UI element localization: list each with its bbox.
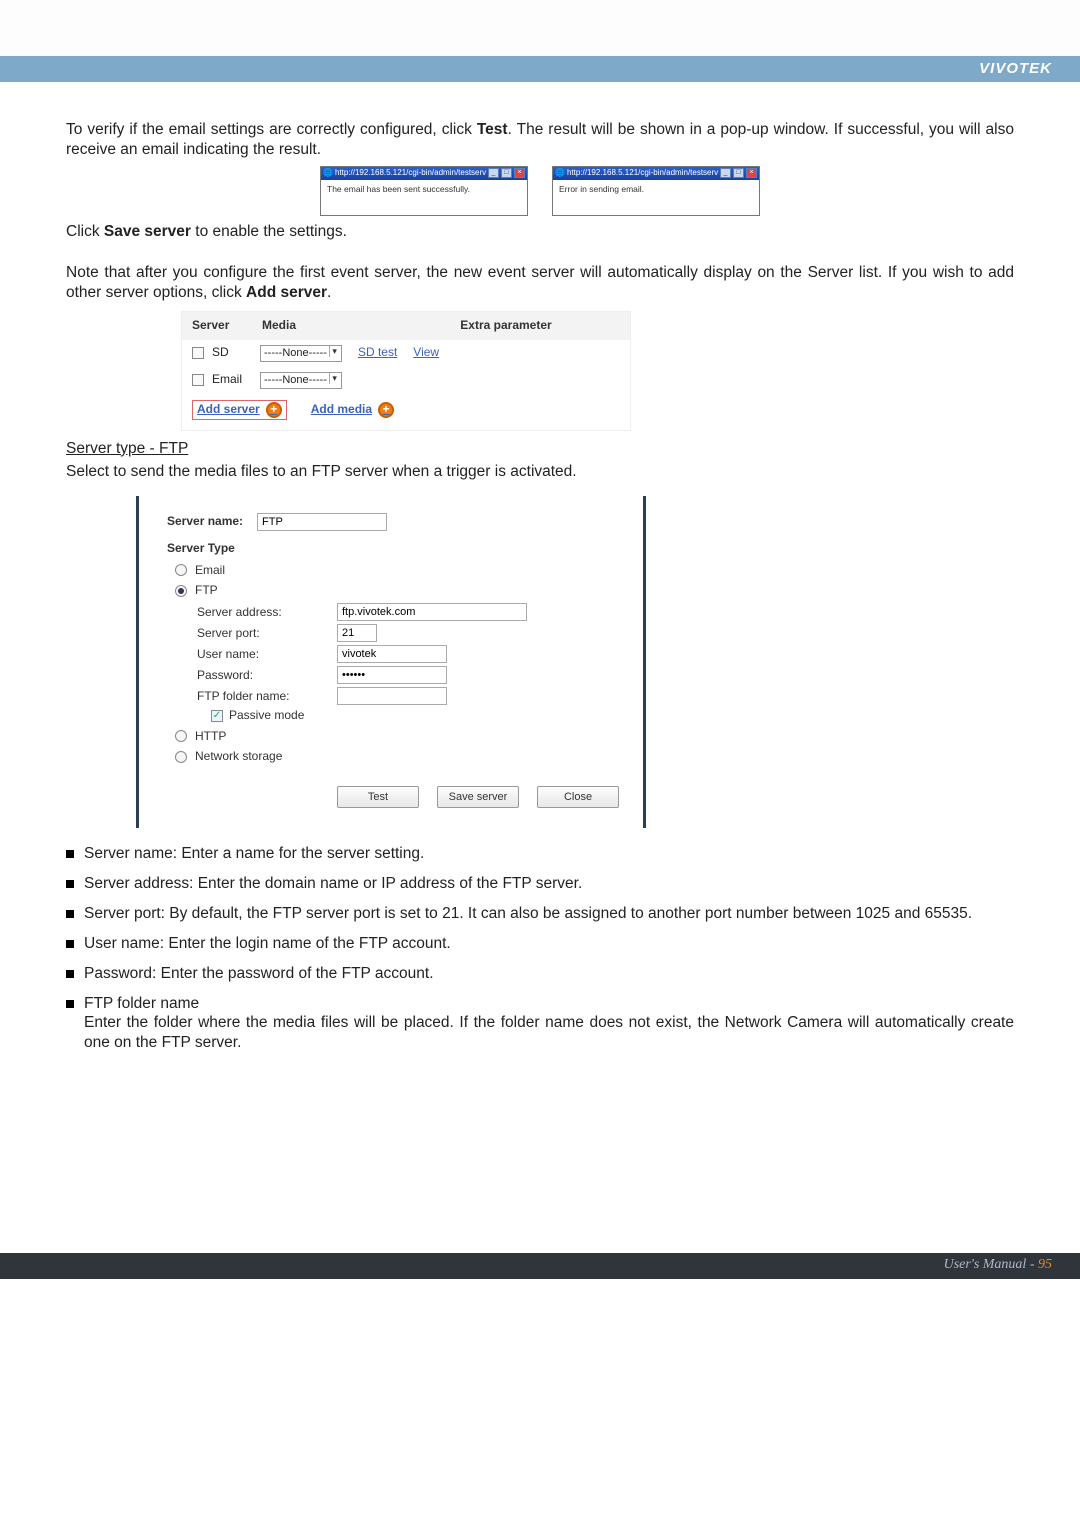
plus-icon: + [378,402,394,418]
row-name: SD [212,345,252,360]
col-extra: Extra parameter [382,312,630,339]
ie-icon: 🌐 [555,168,565,178]
radio-icon [175,730,187,742]
footer-label: User's Manual - [944,1257,1038,1272]
server-port-input[interactable] [337,624,377,642]
minimize-icon[interactable]: _ [488,168,499,178]
list-item: FTP folder name Enter the folder where t… [66,994,1014,1053]
user-name-label: User name: [197,647,337,662]
ftp-fields: Server address: Server port: User name: … [197,603,623,723]
server-address-input[interactable] [337,603,527,621]
brand-text: VIVOTEK [979,60,1052,77]
plus-icon: + [266,402,282,418]
ftp-folder-input[interactable] [337,687,447,705]
popup-body: The email has been sent successfully. [321,180,527,199]
close-icon[interactable]: × [746,168,757,178]
password-label: Password: [197,668,337,683]
list-item: User name: Enter the login name of the F… [66,934,1014,954]
view-link[interactable]: View [413,345,439,360]
popup-error: 🌐 http://192.168.5.121/cgi-bin/admin/tes… [552,166,760,216]
popup-url: http://192.168.5.121/cgi-bin/admin/tests… [335,168,486,178]
footer-page: 95 [1038,1257,1052,1272]
page-footer: User's Manual - 95 [0,1253,1080,1279]
brand-bar: VIVOTEK [0,56,1080,82]
row-checkbox[interactable] [192,374,204,386]
sd-test-link[interactable]: SD test [358,345,397,360]
radio-icon [175,564,187,576]
list-item: Server address: Enter the domain name or… [66,874,1014,894]
ftp-section-title: Server type - FTP [66,439,1014,459]
radio-http[interactable]: HTTP [175,729,623,744]
server-port-label: Server port: [197,626,337,641]
media-select[interactable]: -----None----- [260,345,342,362]
ftp-folder-label: FTP folder name: [197,689,337,704]
server-address-label: Server address: [197,605,337,620]
list-item: Server name: Enter a name for the server… [66,844,1014,864]
radio-icon [175,585,187,597]
server-name-input[interactable] [257,513,387,531]
save-line: Click Save server to enable the settings… [66,222,1014,242]
close-icon[interactable]: × [514,168,525,178]
server-list-table: Server Media Extra parameter SD -----Non… [181,311,631,430]
popup-body: Error in sending email. [553,180,759,199]
ie-icon: 🌐 [323,168,333,178]
add-server-link[interactable]: Add server + [192,400,287,420]
radio-network-storage[interactable]: Network storage [175,749,623,764]
close-button[interactable]: Close [537,786,619,808]
table-row: Email -----None----- [182,367,630,394]
passive-checkbox[interactable]: ✓ [211,710,223,722]
password-input[interactable] [337,666,447,684]
add-media-link[interactable]: Add media + [311,400,394,420]
server-name-label: Server name: [167,514,257,529]
table-header: Server Media Extra parameter [182,312,630,339]
radio-ftp[interactable]: FTP [175,583,623,598]
save-server-button[interactable]: Save server [437,786,519,808]
top-spacer [0,0,1080,56]
table-row: SD -----None----- SD test View [182,340,630,367]
row-checkbox[interactable] [192,347,204,359]
radio-icon [175,751,187,763]
col-media: Media [252,312,382,339]
radio-email[interactable]: Email [175,563,623,578]
note-paragraph: Note that after you configure the first … [66,263,1014,303]
list-item: Server port: By default, the FTP server … [66,904,1014,924]
button-bar: Test Save server Close [337,786,623,808]
ftp-section-desc: Select to send the media files to an FTP… [66,462,1014,482]
passive-label: Passive mode [229,708,304,723]
list-item: Password: Enter the password of the FTP … [66,964,1014,984]
add-row: Add server + Add media + [182,394,630,430]
test-button[interactable]: Test [337,786,419,808]
ftp-config-panel: Server name: Server Type Email FTP Serve… [136,496,646,828]
field-descriptions: Server name: Enter a name for the server… [66,844,1014,1053]
server-type-heading: Server Type [167,541,623,556]
popup-success: 🌐 http://192.168.5.121/cgi-bin/admin/tes… [320,166,528,216]
media-select[interactable]: -----None----- [260,372,342,389]
row-name: Email [212,372,252,387]
popup-url: http://192.168.5.121/cgi-bin/admin/tests… [567,168,718,178]
col-server: Server [182,312,252,339]
maximize-icon[interactable]: □ [733,168,744,178]
user-name-input[interactable] [337,645,447,663]
minimize-icon[interactable]: _ [720,168,731,178]
maximize-icon[interactable]: □ [501,168,512,178]
intro-paragraph: To verify if the email settings are corr… [66,120,1014,160]
popup-row: 🌐 http://192.168.5.121/cgi-bin/admin/tes… [66,166,1014,216]
